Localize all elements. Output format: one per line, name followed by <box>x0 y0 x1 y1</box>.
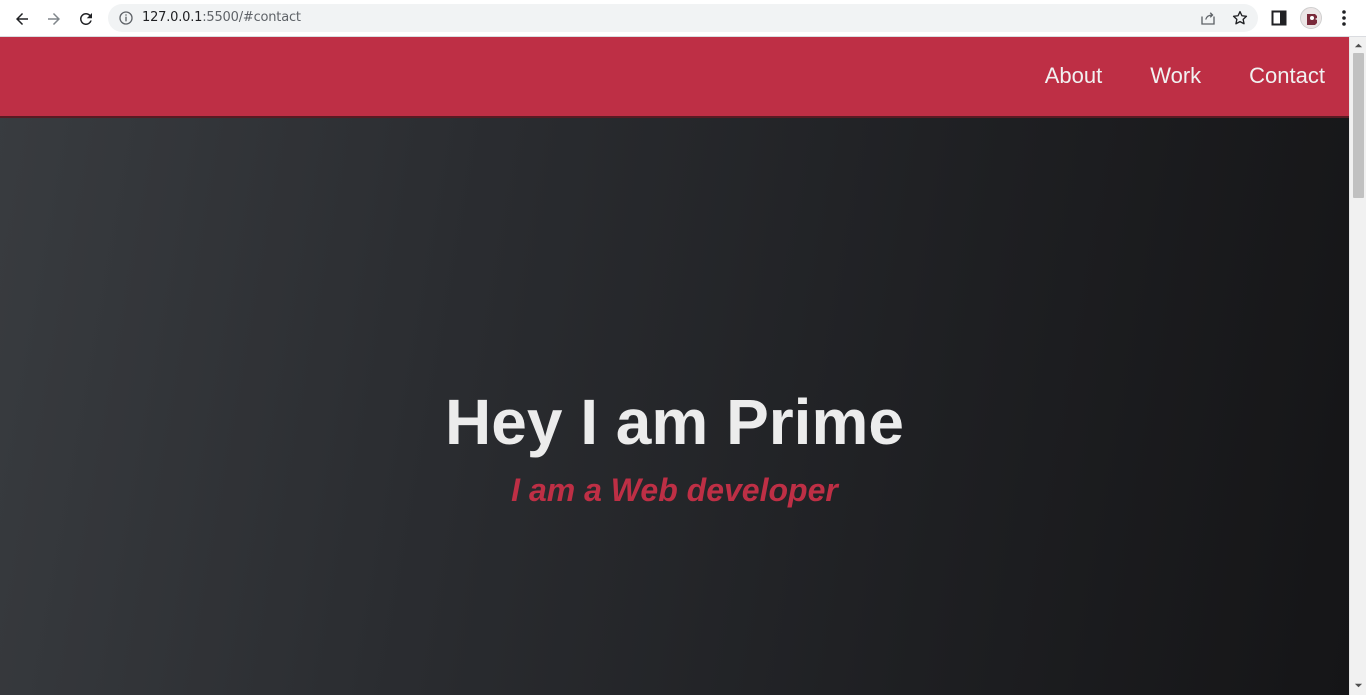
site-nav: About Work Contact <box>997 63 1325 89</box>
address-bar[interactable]: 127.0.0.1:5500/#contact <box>108 4 1258 32</box>
vertical-scrollbar[interactable] <box>1349 37 1366 695</box>
url-host: 127.0.0.1 <box>142 10 203 25</box>
nav-link-about[interactable]: About <box>1045 63 1103 89</box>
menu-button[interactable] <box>1334 8 1354 28</box>
info-icon[interactable] <box>118 10 134 26</box>
nav-link-contact[interactable]: Contact <box>1249 63 1325 89</box>
side-panel-button[interactable] <box>1269 8 1289 28</box>
page-viewport: About Work Contact Hey I am Prime I am a… <box>0 37 1349 695</box>
scroll-down-icon[interactable] <box>1354 681 1363 690</box>
hero-subtitle: I am a Web developer <box>511 472 838 508</box>
site-header: About Work Contact <box>0 37 1349 118</box>
hero-title: Hey I am Prime <box>445 386 904 458</box>
url-text[interactable]: 127.0.0.1:5500/#contact <box>142 10 301 25</box>
reload-icon <box>79 12 92 25</box>
scroll-up-icon[interactable] <box>1354 41 1363 50</box>
back-button[interactable] <box>9 6 35 32</box>
share-icon[interactable] <box>1199 9 1217 27</box>
back-arrow-icon <box>16 13 28 25</box>
scroll-thumb[interactable] <box>1353 53 1364 198</box>
browser-toolbar: 127.0.0.1:5500/#contact <box>0 0 1366 37</box>
forward-arrow-icon <box>48 13 60 25</box>
forward-button[interactable] <box>41 6 67 32</box>
url-path: :5500/#contact <box>202 10 301 25</box>
avatar-image <box>1301 8 1321 28</box>
side-panel-icon <box>1271 10 1287 26</box>
menu-dots-icon <box>1342 10 1346 26</box>
star-icon[interactable] <box>1231 9 1249 27</box>
profile-avatar[interactable] <box>1300 7 1322 29</box>
reload-button[interactable] <box>73 6 99 32</box>
nav-link-work[interactable]: Work <box>1150 63 1201 89</box>
